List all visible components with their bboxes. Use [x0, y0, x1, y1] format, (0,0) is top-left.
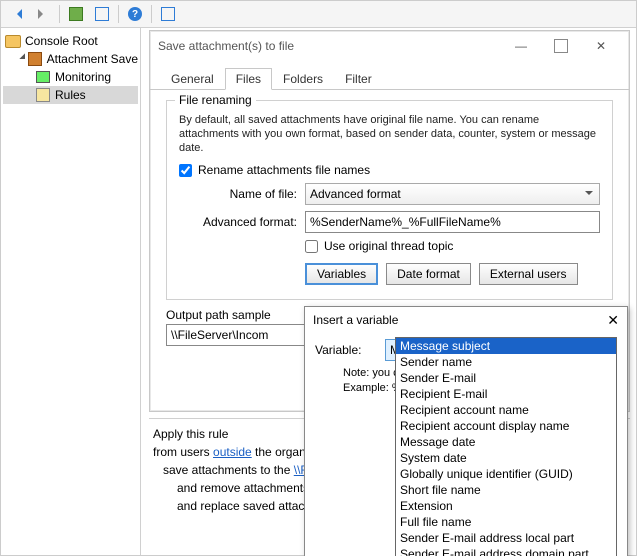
advanced-format-label: Advanced format:: [179, 215, 305, 229]
column-view-icon: [95, 7, 109, 21]
variable-option[interactable]: Short file name: [396, 482, 616, 498]
back-button[interactable]: [5, 2, 29, 26]
variable-option[interactable]: Full file name: [396, 514, 616, 530]
name-of-file-label: Name of file:: [179, 187, 305, 201]
tab-folders[interactable]: Folders: [272, 68, 334, 89]
popup-titlebar: Insert a variable ✕: [305, 307, 627, 333]
button-row: Variables Date format External users: [305, 263, 600, 285]
minimize-button[interactable]: —: [501, 33, 541, 59]
tabs: General Files Folders Filter: [150, 65, 629, 90]
tab-files[interactable]: Files: [225, 68, 272, 90]
separator: [59, 5, 60, 23]
original-thread-checkbox[interactable]: Use original thread topic: [305, 239, 453, 253]
variable-option[interactable]: Recipient account display name: [396, 418, 616, 434]
close-button[interactable]: ✕: [581, 33, 621, 59]
separator: [151, 5, 152, 23]
name-of-file-select[interactable]: Advanced format: [305, 183, 600, 205]
column-view-button[interactable]: [90, 2, 114, 26]
dialog-title: Save attachment(s) to file: [158, 39, 294, 53]
variable-option[interactable]: Sender name: [396, 354, 616, 370]
variable-option[interactable]: Globally unique identifier (GUID): [396, 466, 616, 482]
variable-option[interactable]: Recipient account name: [396, 402, 616, 418]
arrow-right-icon: [38, 9, 48, 19]
advanced-format-input[interactable]: [305, 211, 600, 233]
variable-option[interactable]: Sender E-mail address domain part: [396, 546, 616, 556]
rename-checkbox-label: Rename attachments file names: [198, 163, 370, 177]
tree-attachment-save[interactable]: Attachment Save: [3, 50, 138, 68]
file-renaming-group: File renaming By default, all saved atta…: [166, 100, 613, 300]
variable-option[interactable]: Recipient E-mail: [396, 386, 616, 402]
original-thread-checkbox-input[interactable]: [305, 240, 318, 253]
original-thread-label: Use original thread topic: [324, 239, 453, 253]
variable-option[interactable]: Sender E-mail address local part: [396, 530, 616, 546]
insert-variable-popup: Insert a variable ✕ Variable: Message su…: [304, 306, 628, 556]
rules-icon: [35, 87, 51, 103]
tree-rules-label: Rules: [55, 88, 86, 102]
nav-tree: Console Root Attachment Save Monitoring …: [1, 28, 141, 555]
tab-filter[interactable]: Filter: [334, 68, 383, 89]
monitor-icon: [35, 69, 51, 85]
users-scope-link[interactable]: outside: [213, 445, 252, 459]
variable-option[interactable]: System date: [396, 450, 616, 466]
popup-close-button[interactable]: ✕: [607, 312, 619, 329]
tab-general[interactable]: General: [160, 68, 225, 89]
window-view-button[interactable]: [156, 2, 180, 26]
folder-up-button[interactable]: [64, 2, 88, 26]
tree-monitoring-label: Monitoring: [55, 70, 111, 84]
date-format-button[interactable]: Date format: [386, 263, 471, 285]
separator: [118, 5, 119, 23]
variable-option[interactable]: Message subject: [396, 338, 616, 354]
folder-icon: [5, 33, 21, 49]
name-of-file-value: Advanced format: [310, 187, 401, 201]
toolbar: ?: [1, 1, 636, 28]
help-icon: ?: [128, 7, 142, 21]
maximize-icon: [554, 39, 568, 53]
group-title: File renaming: [175, 93, 256, 107]
tree-root-label: Console Root: [25, 34, 98, 48]
variable-label: Variable:: [315, 343, 385, 357]
help-button[interactable]: ?: [123, 2, 147, 26]
popup-body: Variable: Message subject Note: you ca E…: [305, 333, 627, 399]
arrow-left-icon: [12, 9, 22, 19]
forward-button[interactable]: [31, 2, 55, 26]
window-view-icon: [161, 7, 175, 21]
maximize-button[interactable]: [541, 33, 581, 59]
popup-title: Insert a variable: [313, 313, 398, 327]
expand-icon[interactable]: [19, 55, 23, 64]
tree-rules[interactable]: Rules: [3, 86, 138, 104]
tree-root[interactable]: Console Root: [3, 32, 138, 50]
dialog-titlebar: Save attachment(s) to file — ✕: [150, 31, 629, 61]
external-users-button[interactable]: External users: [479, 263, 578, 285]
variable-option[interactable]: Extension: [396, 498, 616, 514]
group-description: By default, all saved attachments have o…: [179, 113, 600, 155]
folder-up-icon: [69, 7, 83, 21]
tree-monitoring[interactable]: Monitoring: [3, 68, 138, 86]
rename-checkbox[interactable]: Rename attachments file names: [179, 163, 600, 177]
tree-node-label: Attachment Save: [47, 52, 138, 66]
rename-checkbox-input[interactable]: [179, 164, 192, 177]
variables-button[interactable]: Variables: [305, 263, 378, 285]
variable-dropdown[interactable]: Message subjectSender nameSender E-mailR…: [395, 337, 617, 556]
variable-option[interactable]: Sender E-mail: [396, 370, 616, 386]
variable-option[interactable]: Message date: [396, 434, 616, 450]
